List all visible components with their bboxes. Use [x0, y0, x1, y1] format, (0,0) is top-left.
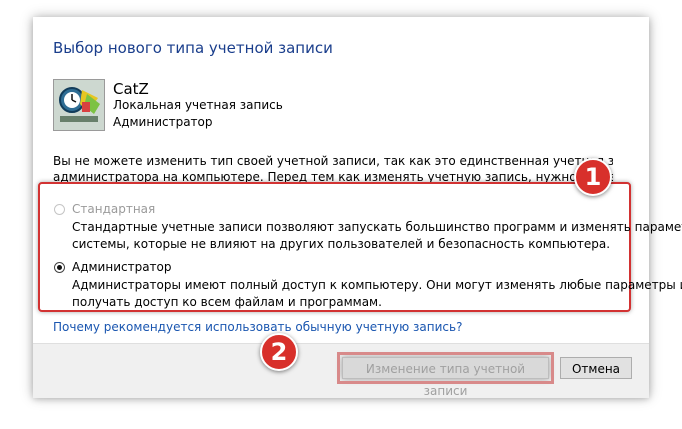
account-name: CatZ	[113, 80, 149, 98]
dialog-title: Выбор нового типа учетной записи	[53, 39, 333, 57]
description-line: Администраторы имеют полный доступ к ком…	[72, 278, 682, 292]
step-marker-2: 2	[260, 333, 298, 371]
account-type: Локальная учетная запись	[113, 98, 283, 112]
dialog-footer: Изменение типа учетной записи Отмена	[33, 343, 649, 398]
change-account-type-button[interactable]: Изменение типа учетной записи	[337, 352, 554, 398]
account-role: Администратор	[113, 115, 213, 129]
description-line: Стандартные учетные записи позволяют зап…	[72, 220, 682, 234]
option-administrator-description: Администраторы имеют полный доступ к ком…	[72, 277, 682, 311]
cancel-button[interactable]: Отмена	[560, 357, 632, 379]
description-line: системы, которые не влияют на других пол…	[72, 237, 611, 251]
description-line: получать доступ ко всем файлам и програм…	[72, 295, 382, 309]
option-standard-description: Стандартные учетные записи позволяют зап…	[72, 219, 682, 253]
help-link[interactable]: Почему рекомендуется использовать обычну…	[53, 320, 462, 334]
option-administrator-label: Администратор	[72, 260, 172, 274]
info-text: Вы не можете изменить тип своей учетной …	[53, 153, 613, 183]
change-account-type-dialog: Выбор нового типа учетной записи CatZ Ло…	[33, 17, 682, 398]
radio-administrator[interactable]	[54, 262, 65, 273]
account-type-options: Стандартная Стандартные учетные записи п…	[38, 182, 682, 312]
radio-standard[interactable]	[54, 204, 65, 215]
option-standard-label: Стандартная	[72, 202, 156, 216]
user-avatar-icon	[53, 79, 105, 131]
info-line: администратора на компьютере. Перед тем …	[53, 170, 613, 183]
step-marker-1: 1	[574, 158, 612, 196]
info-line: Вы не можете изменить тип своей учетной …	[53, 154, 613, 168]
